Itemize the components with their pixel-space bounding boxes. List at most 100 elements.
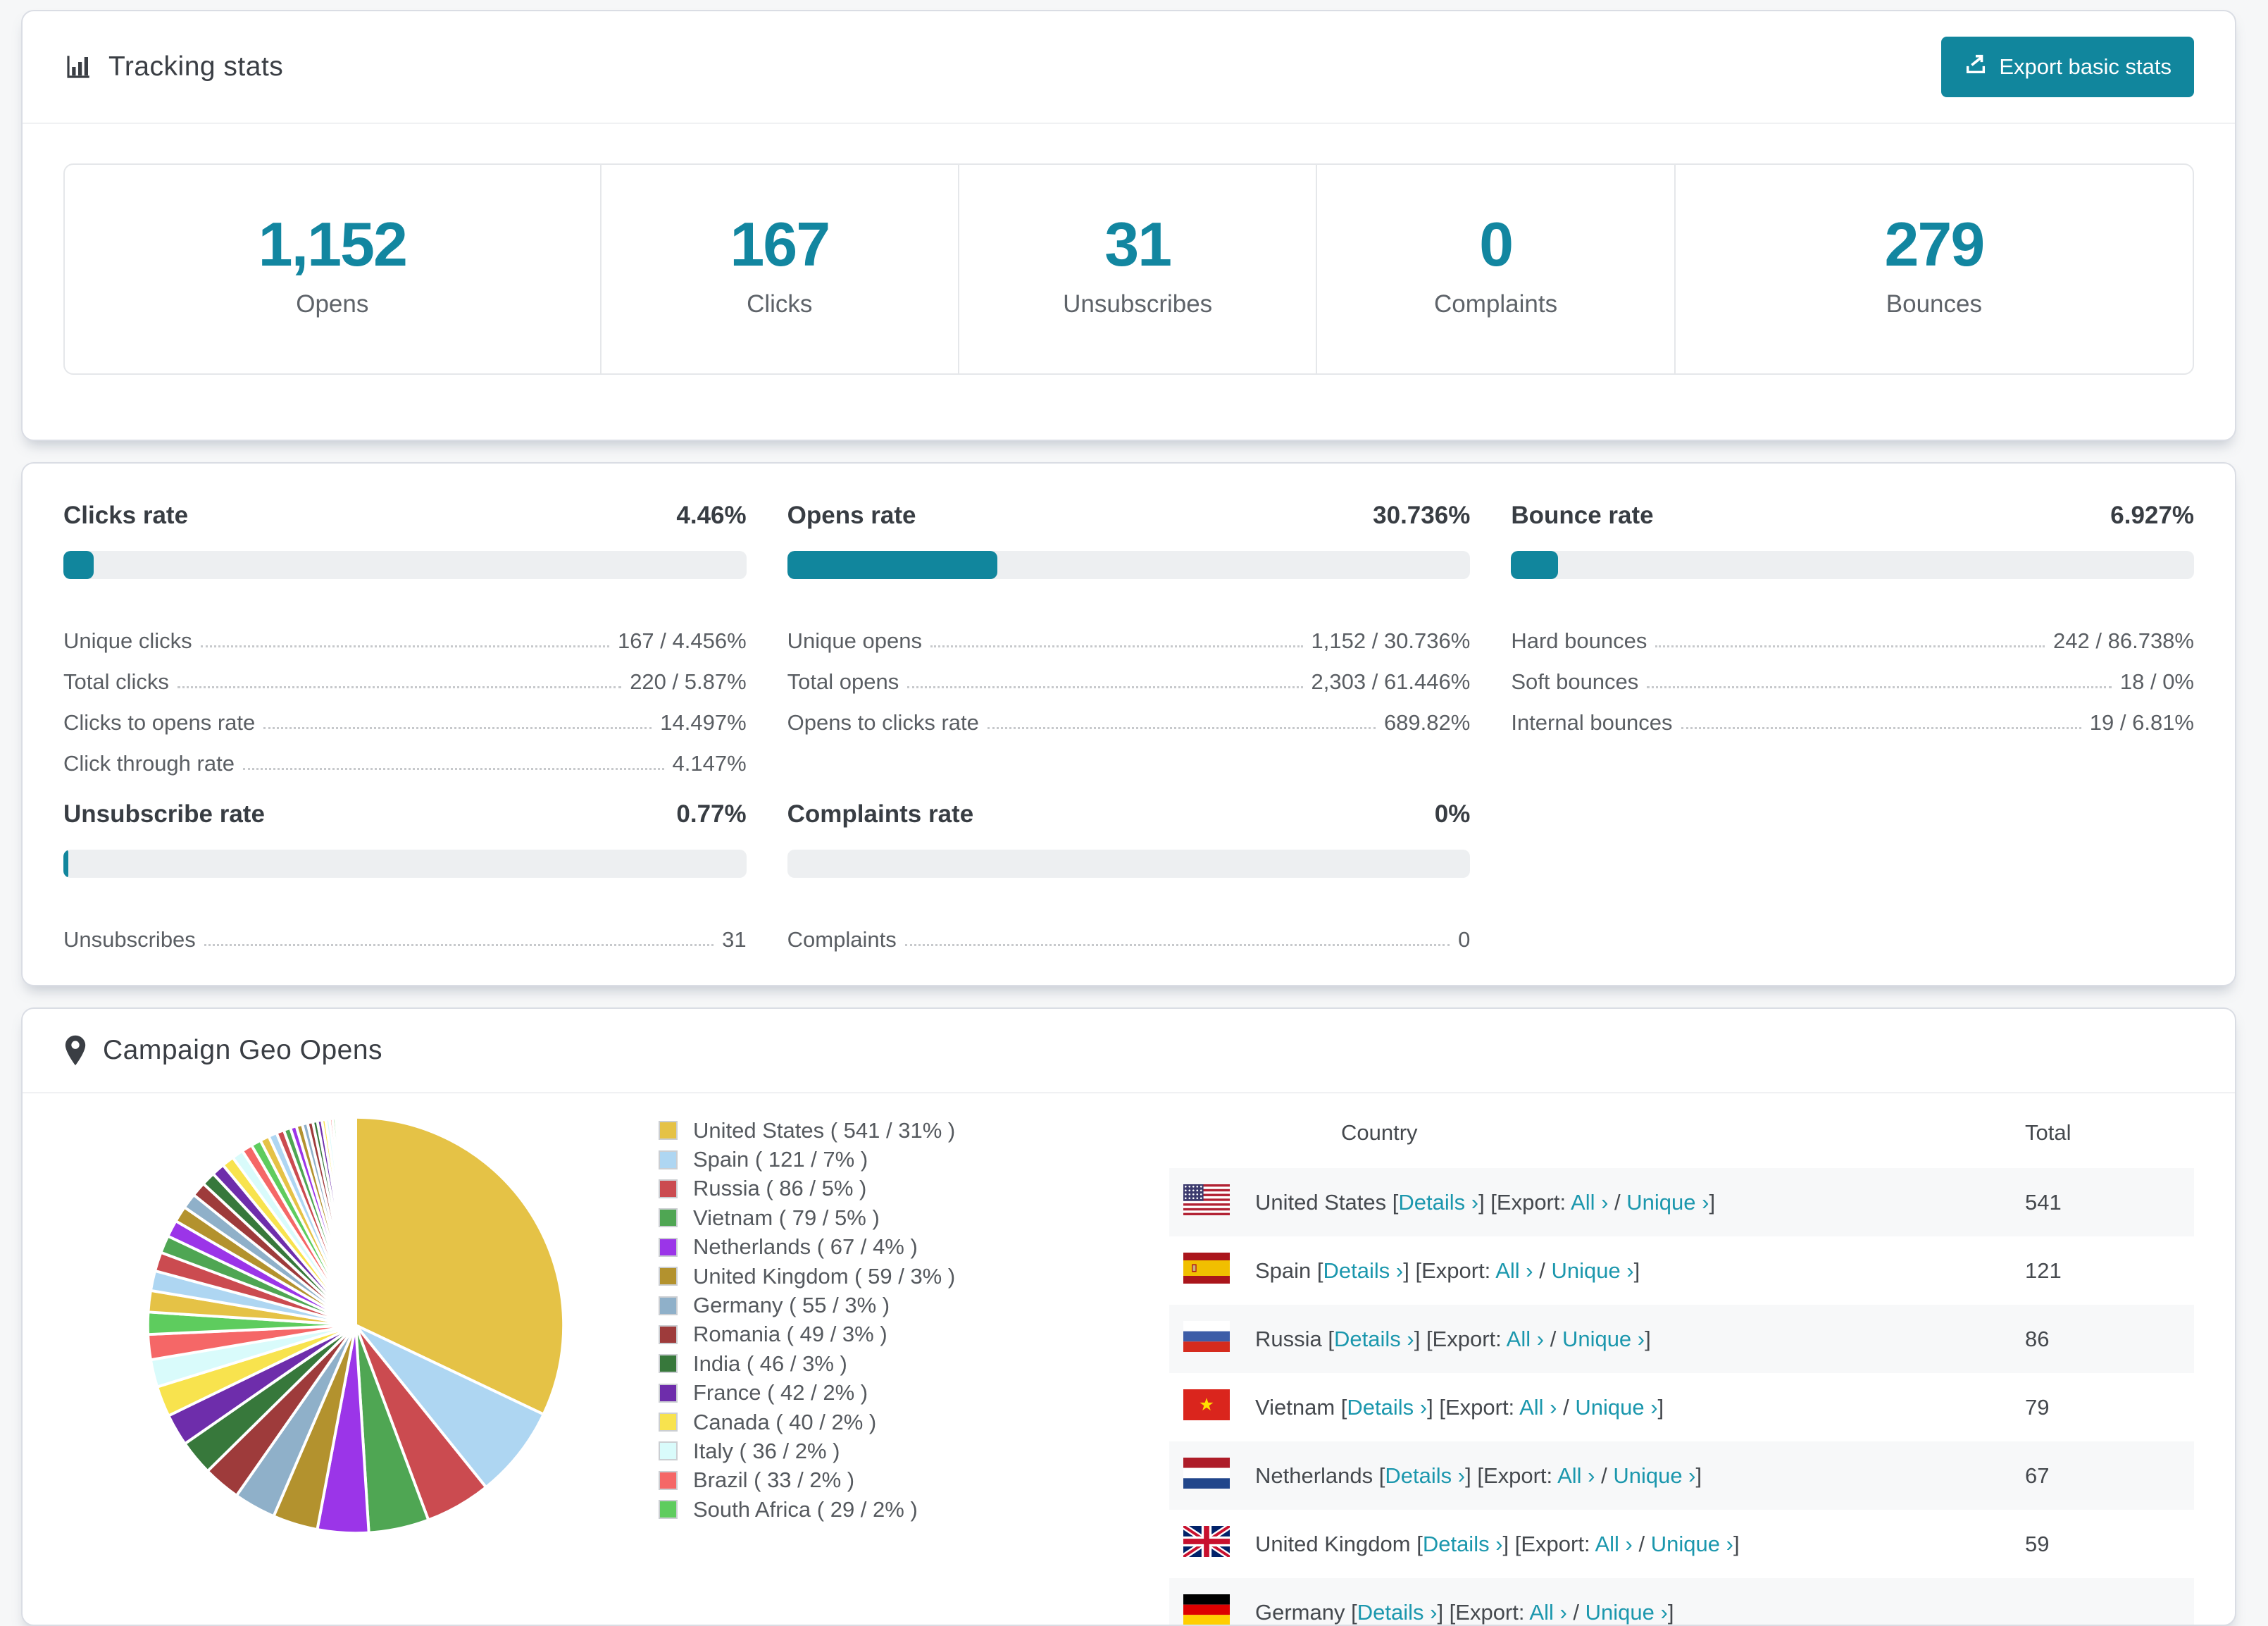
geo-pie-chart[interactable]: [141, 1110, 571, 1540]
export-unique-link[interactable]: Unique ›: [1575, 1395, 1657, 1420]
stats-summary: 1,152 Opens 167 Clicks 31 Unsubscribes 0…: [23, 124, 2235, 440]
legend-item-france[interactable]: France ( 42 / 2% ): [659, 1379, 1169, 1408]
export-unique-link[interactable]: Unique ›: [1585, 1600, 1668, 1625]
stat-label: Clicks: [747, 290, 813, 318]
dotted-leader: [1655, 645, 2045, 647]
dotted-leader: [904, 944, 1450, 946]
legend-item-south-africa[interactable]: South Africa ( 29 / 2% ): [659, 1495, 1169, 1524]
details-link[interactable]: Details ›: [1385, 1463, 1465, 1488]
flag-de-icon: [1183, 1594, 1230, 1625]
export-all-link[interactable]: All ›: [1519, 1395, 1557, 1420]
pie-slice-other-57[interactable]: [353, 1115, 357, 1326]
dotted-leader: [987, 727, 1376, 729]
stat-value: 167: [730, 209, 830, 279]
flag-nl-icon: [1183, 1457, 1230, 1489]
legend-item-spain[interactable]: Spain ( 121 / 7% ): [659, 1145, 1169, 1174]
rate-stat-label: Complaints: [787, 927, 897, 952]
legend-item-italy[interactable]: Italy ( 36 / 2% ): [659, 1436, 1169, 1465]
rate-stat-row: Click through rate 4.147%: [63, 736, 747, 776]
export-unique-link[interactable]: Unique ›: [1626, 1190, 1709, 1215]
legend-item-romania[interactable]: Romania ( 49 / 3% ): [659, 1320, 1169, 1349]
rate-progress-fill: [787, 551, 997, 579]
export-all-link[interactable]: All ›: [1507, 1327, 1544, 1351]
dashboard-page: Tracking stats Export basic stats 1,152 …: [0, 0, 2268, 1626]
rate-percent-value: 4.46%: [676, 502, 747, 529]
country-name: Russia: [1255, 1326, 1322, 1351]
legend-item-canada[interactable]: Canada ( 40 / 2% ): [659, 1408, 1169, 1436]
rate-title: Complaints rate: [787, 800, 974, 828]
export-all-link[interactable]: All ›: [1557, 1463, 1595, 1488]
details-link[interactable]: Details ›: [1357, 1600, 1438, 1625]
stat-cell: 0 Complaints: [1316, 165, 1674, 373]
legend-item-russia[interactable]: Russia ( 86 / 5% ): [659, 1174, 1169, 1203]
legend-swatch: [659, 1179, 678, 1198]
legend-item-netherlands[interactable]: Netherlands ( 67 / 4% ): [659, 1233, 1169, 1262]
stat-label: Opens: [296, 290, 369, 318]
export-icon: [1964, 52, 1988, 82]
legend-swatch: [659, 1470, 678, 1490]
rate-title: Bounce rate: [1511, 502, 1654, 529]
stat-value: 31: [1104, 209, 1172, 279]
rate-percent-value: 6.927%: [2110, 502, 2194, 529]
export-unique-link[interactable]: Unique ›: [1651, 1532, 1733, 1556]
details-link[interactable]: Details ›: [1398, 1190, 1478, 1215]
rate-stat-label: Opens to clicks rate: [787, 710, 979, 735]
details-link[interactable]: Details ›: [1423, 1532, 1503, 1556]
rate-stat-row: Clicks to opens rate 14.497%: [63, 695, 747, 736]
legend-swatch: [659, 1150, 678, 1169]
rate-title: Clicks rate: [63, 502, 189, 529]
export-unique-link[interactable]: Unique ›: [1562, 1327, 1645, 1351]
rate-stat-label: Total clicks: [63, 669, 169, 694]
export-all-link[interactable]: All ›: [1495, 1258, 1533, 1283]
column-header-flag: [1169, 1093, 1255, 1168]
legend-item-india[interactable]: India ( 46 / 3% ): [659, 1349, 1169, 1378]
country-name: Netherlands: [1255, 1463, 1373, 1488]
legend-label: United States ( 541 / 31% ): [693, 1117, 956, 1143]
legend-swatch: [659, 1500, 678, 1520]
rate-stat-label: Unique clicks: [63, 628, 192, 653]
country-total: 59: [2025, 1531, 2050, 1556]
rate-stat-label: Unsubscribes: [63, 927, 196, 952]
rate-stat-value: 689.82%: [1383, 710, 1471, 735]
rate-title: Opens rate: [787, 502, 916, 529]
legend-item-germany[interactable]: Germany ( 55 / 3% ): [659, 1291, 1169, 1320]
legend-item-united-states[interactable]: United States ( 541 / 31% ): [659, 1116, 1169, 1145]
export-unique-link[interactable]: Unique ›: [1551, 1258, 1633, 1283]
tracking-stats-header: Tracking stats Export basic stats: [23, 11, 2235, 124]
rate-stat-row: Unique opens 1,152 / 30.736%: [787, 613, 1471, 654]
legend-swatch: [659, 1383, 678, 1403]
export-all-link[interactable]: All ›: [1595, 1532, 1632, 1556]
geo-table: Country Total United States [Details ›] …: [1169, 1093, 2194, 1625]
legend-label: Brazil ( 33 / 2% ): [693, 1467, 855, 1493]
country-name: United Kingdom: [1255, 1531, 1411, 1556]
details-link[interactable]: Details ›: [1334, 1327, 1414, 1351]
tracking-stats-card: Tracking stats Export basic stats 1,152 …: [21, 10, 2236, 441]
rate-progress-fill: [63, 551, 94, 579]
legend-item-vietnam[interactable]: Vietnam ( 79 / 5% ): [659, 1203, 1169, 1232]
bar-chart-icon: [63, 52, 93, 82]
export-basic-stats-button[interactable]: Export basic stats: [1941, 37, 2194, 97]
export-all-link[interactable]: All ›: [1529, 1600, 1566, 1625]
stats-strip: 1,152 Opens 167 Clicks 31 Unsubscribes 0…: [63, 163, 2194, 375]
flag-vn-icon: [1183, 1389, 1230, 1420]
rate-stat-value: 1,152 / 30.736%: [1311, 628, 1471, 653]
country-name: United States: [1255, 1189, 1387, 1215]
legend-swatch: [659, 1413, 678, 1432]
dotted-leader: [1681, 727, 2081, 729]
country-name: Spain: [1255, 1258, 1311, 1283]
country-total: [2025, 1578, 2194, 1625]
export-unique-link[interactable]: Unique ›: [1613, 1463, 1695, 1488]
export-all-link[interactable]: All ›: [1571, 1190, 1608, 1215]
legend-item-united-kingdom[interactable]: United Kingdom ( 59 / 3% ): [659, 1262, 1169, 1291]
column-header-total: Total: [2025, 1120, 2071, 1145]
rate-progress-track: [63, 850, 747, 878]
rate-stat-row: Total opens 2,303 / 61.446%: [787, 654, 1471, 695]
country-name: Germany: [1255, 1599, 1345, 1625]
details-link[interactable]: Details ›: [1347, 1395, 1427, 1420]
details-link[interactable]: Details ›: [1323, 1258, 1404, 1283]
export-button-label: Export basic stats: [1999, 54, 2172, 79]
legend-item-brazil[interactable]: Brazil ( 33 / 2% ): [659, 1466, 1169, 1495]
legend-swatch: [659, 1208, 678, 1228]
legend-swatch: [659, 1354, 678, 1374]
rate-percent-value: 0%: [1434, 800, 1471, 828]
